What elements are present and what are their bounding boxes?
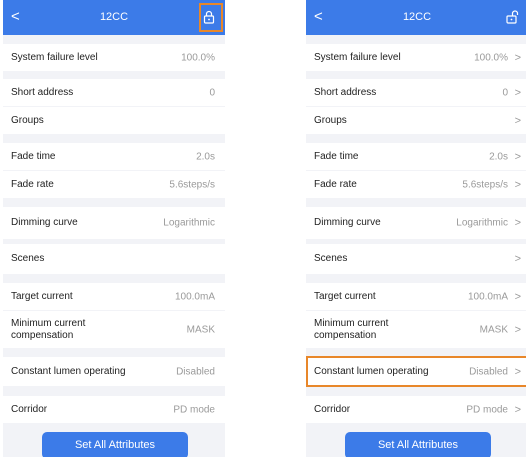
settings-row[interactable]: System failure level 100.0% > [306,44,526,71]
chevron-right-icon: > [514,150,521,163]
settings-row[interactable]: System failure level 100.0% [3,44,225,71]
row-value: 2.0s [196,151,215,162]
left-panel-locked: < 12CC System failure level 100.0% Short a… [3,0,225,457]
settings-row[interactable]: Corridor PD mode > [306,396,526,423]
row-label: System failure level [11,51,98,63]
row-value: PD mode [466,404,508,415]
row-label: Target current [314,290,376,302]
row-value: MASK [186,324,215,335]
row-label: Dimming curve [11,217,78,228]
chevron-right-icon: > [514,323,521,336]
row-label: Groups [314,114,347,126]
row-label: Minimum current compensation [11,317,86,341]
row-value: 100.0mA [467,291,508,302]
row-label: Corridor [11,403,48,415]
page-title: 12CC [402,11,432,23]
chevron-right-icon: > [514,290,521,303]
chevron-right-icon: > [514,253,521,265]
lock-highlight-box [199,3,223,32]
settings-row[interactable]: Dimming curve Logarithmic [3,207,225,239]
row-value: MASK [479,324,508,335]
settings-row[interactable]: Target current 100.0mA > [306,283,526,310]
row-label: Scenes [11,253,45,264]
lock-open-icon[interactable] [505,10,519,24]
settings-row[interactable]: Short address 0 > [306,79,526,106]
row-label: Dimming curve [314,217,381,228]
row-value: 100.0mA [174,291,215,302]
chevron-right-icon: > [514,178,521,191]
settings-row[interactable]: Fade time 2.0s > [306,143,526,170]
row-value: Logarithmic [163,217,215,229]
settings-row[interactable]: Fade time 2.0s [3,143,225,170]
row-value: 100.0% [474,52,508,63]
settings-row[interactable]: Fade rate 5.6steps/s > [306,171,526,198]
right-panel-unlocked: < 12CC System failure level 100.0% > Short … [306,0,526,457]
row-value: 0 [502,87,508,98]
settings-row[interactable]: Short address 0 [3,79,225,106]
row-value: PD mode [173,404,215,415]
row-label: Minimum current compensation [314,317,389,341]
row-label: Constant lumen operating [11,365,126,377]
chevron-right-icon: > [514,217,521,229]
row-label: Corridor [314,403,351,415]
settings-row[interactable]: Scenes > [306,244,526,274]
row-label: Fade time [314,150,359,162]
page-title: 12CC [99,11,129,23]
settings-row[interactable]: Minimum current compensation MASK [3,311,225,348]
row-value: Disabled [176,366,215,377]
row-label: Fade rate [11,178,54,190]
row-highlight-box [306,356,526,387]
settings-row[interactable]: Corridor PD mode [3,396,225,423]
set-all-attributes-button[interactable]: Set All Attributes [42,432,188,457]
row-label: Short address [314,86,377,98]
set-all-attributes-button[interactable]: Set All Attributes [345,432,491,457]
row-label: Groups [11,114,44,126]
row-label: Fade rate [314,178,357,190]
app-header: < 12CC [3,0,225,35]
row-label: Short address [11,86,74,98]
settings-row[interactable]: Scenes [3,244,225,274]
row-label: System failure level [314,51,401,63]
settings-row[interactable]: Dimming curve Logarithmic > [306,207,526,239]
chevron-right-icon: > [514,403,521,416]
row-label: Target current [11,290,73,302]
row-label: Scenes [314,253,348,264]
chevron-right-icon: > [514,114,521,127]
row-value: 2.0s [489,151,508,162]
row-value: 0 [209,87,215,98]
settings-row[interactable]: Target current 100.0mA [3,283,225,310]
app-header: < 12CC [306,0,526,35]
settings-row[interactable]: Minimum current compensation MASK > [306,311,526,348]
settings-row[interactable]: Groups > [306,107,526,134]
row-value: 5.6steps/s [169,179,215,190]
row-value: Logarithmic [456,217,508,229]
row-value: 5.6steps/s [462,179,508,190]
settings-row[interactable]: Groups [3,107,225,134]
row-value: 100.0% [181,52,215,63]
settings-row[interactable]: Constant lumen operating Disabled [3,357,225,386]
chevron-right-icon: > [514,51,521,64]
row-label: Fade time [11,150,56,162]
chevron-right-icon: > [514,86,521,99]
settings-row[interactable]: Fade rate 5.6steps/s [3,171,225,198]
